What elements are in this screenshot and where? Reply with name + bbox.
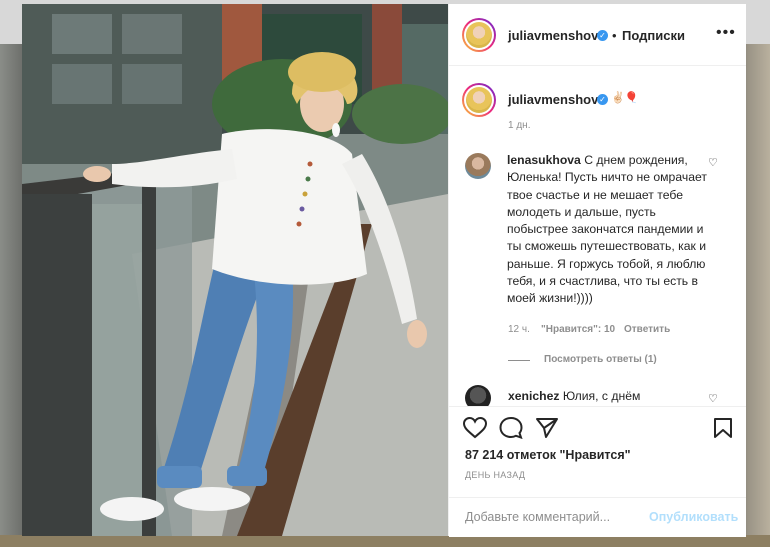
commenter-avatar[interactable] [465,153,491,179]
post-photo[interactable] [22,4,448,536]
bookmark-save-icon[interactable] [713,417,733,439]
comment-likes-count[interactable]: "Нравится": 10 [541,324,615,335]
post-timestamp[interactable]: ДЕНЬ НАЗАД [465,470,525,480]
comment-text: С днем рождения, Юленька! Пусть ничто не… [507,153,707,306]
commenter-username[interactable]: lenasukhova [507,153,581,167]
comment-input[interactable]: Добавьте комментарий... [465,510,610,524]
post-actions: 87 214 отметок "Нравится" ДЕНЬ НАЗАД Доб… [449,406,746,537]
commenter2-username[interactable]: xenichez [508,389,559,403]
like-heart-icon[interactable] [463,417,487,439]
comment-reply-button[interactable]: Ответить [624,324,670,335]
comment-like-heart-icon[interactable]: ♡ [708,156,718,169]
share-send-icon[interactable] [535,417,559,439]
caption-avatar[interactable] [462,83,496,117]
publish-button[interactable]: Опубликовать [649,510,738,524]
comment-time[interactable]: 12 ч. [508,324,530,335]
more-horizontal-icon[interactable]: ••• [716,24,736,42]
caption-verified-icon: ✓ [597,94,608,105]
author-avatar[interactable] [462,18,496,52]
comment2-like-heart-icon[interactable]: ♡ [708,392,718,405]
comment-body: lenasukhova С днем рождения, Юленька! Пу… [507,152,707,308]
comment2-text: Юлия, с днём [562,389,641,403]
verified-icon: ✓ [597,30,608,41]
header-separator: • [612,28,617,43]
caption-time[interactable]: 1 дн. [508,120,530,131]
replies-divider [508,360,530,361]
comment-bubble-icon[interactable] [499,417,523,439]
author-username[interactable]: juliavmenshova [508,28,606,43]
add-comment-bar: Добавьте комментарий... Опубликовать [449,497,746,538]
caption-username[interactable]: juliavmenshova [508,92,606,107]
likes-count[interactable]: 87 214 отметок "Нравится" [465,448,631,462]
post-sidebar: juliavmenshova ✓ • Подписки ••• juliavme… [448,4,746,537]
view-replies-button[interactable]: Посмотреть ответы (1) [544,354,657,365]
caption-text: ✌🏻🎈 [611,92,639,104]
post-photo-illustration [22,4,448,536]
post-header: juliavmenshova ✓ • Подписки ••• [449,4,746,66]
following-button[interactable]: Подписки [622,28,685,43]
comment2-body: xenichez Юлия, с днём [508,389,640,403]
